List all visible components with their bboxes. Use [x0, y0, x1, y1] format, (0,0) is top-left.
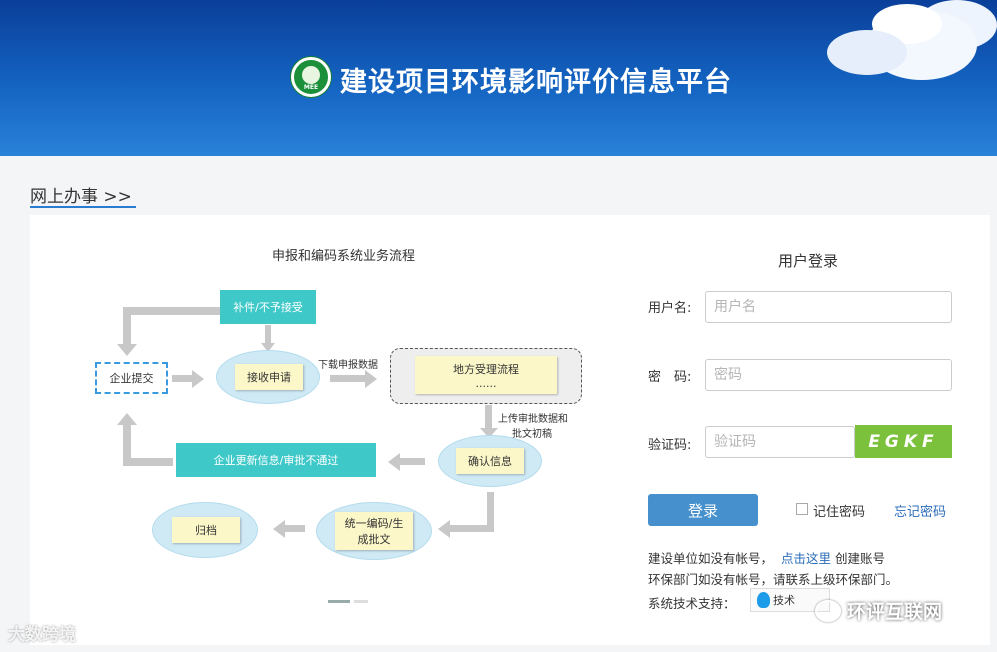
captcha-label: 验证码: — [648, 438, 692, 453]
captcha-image[interactable]: EGKF — [855, 425, 952, 458]
node-update: 企业更新信息/审批不通过 — [176, 443, 376, 477]
login-title: 用户登录 — [778, 252, 839, 270]
watermark-left: 大数跨境 — [8, 625, 76, 645]
header-banner: MEE 建设项目环境影响评价信息平台 — [0, 0, 997, 156]
carousel-dot[interactable] — [354, 600, 368, 603]
username-label: 用户名: — [648, 301, 692, 316]
node-local-process: 地方受理流程 ...... — [415, 356, 557, 394]
register-info: 建设单位如没有帐号， 点击这里 创建账号 — [648, 551, 886, 566]
captcha-input[interactable] — [705, 426, 855, 458]
label-download: 下载申报数据 — [318, 360, 378, 371]
section-title: 网上办事 >> — [30, 187, 132, 207]
wechat-icon — [815, 599, 841, 622]
node-encode: 统一编码/生 成批文 — [335, 512, 413, 550]
site-title: 建设项目环境影响评价信息平台 — [340, 67, 732, 98]
env-dept-info: 环保部门如没有帐号，请联系上级环保部门。 — [648, 572, 899, 587]
remember-checkbox[interactable] — [796, 503, 808, 515]
remember-label[interactable]: 记住密码 — [813, 501, 865, 520]
password-input[interactable] — [705, 359, 952, 391]
login-button[interactable]: 登录 — [648, 494, 758, 526]
register-link[interactable]: 点击这里 — [781, 551, 831, 566]
node-archive: 归档 — [172, 517, 240, 543]
watermark-right: 环评互联网 — [815, 597, 942, 624]
node-supplement: 补件/不予接受 — [220, 290, 316, 324]
forgot-password-link[interactable]: 忘记密码 — [894, 501, 946, 520]
qq-icon — [757, 592, 770, 608]
mee-logo-icon: MEE — [291, 57, 331, 97]
section-underline — [30, 206, 136, 208]
flowchart: 补件/不予接受 企业提交 接收申请 下载申报数据 地方受理流程 ...... 上… — [80, 280, 600, 570]
node-confirm: 确认信息 — [456, 448, 524, 474]
cloud-decoration — [827, 30, 907, 75]
username-input[interactable] — [705, 291, 952, 323]
support-label: 系统技术支持： — [648, 596, 736, 611]
flowchart-title: 申报和编码系统业务流程 — [272, 249, 416, 264]
password-label: 密 码: — [648, 370, 692, 385]
label-upload-2: 批文初稿 — [512, 429, 552, 440]
node-receive: 接收申请 — [235, 364, 303, 390]
carousel-dot-active[interactable] — [328, 600, 350, 603]
carousel-indicator[interactable] — [328, 588, 372, 607]
label-upload-1: 上传审批数据和 — [498, 414, 568, 425]
node-company-submit: 企业提交 — [95, 362, 168, 394]
